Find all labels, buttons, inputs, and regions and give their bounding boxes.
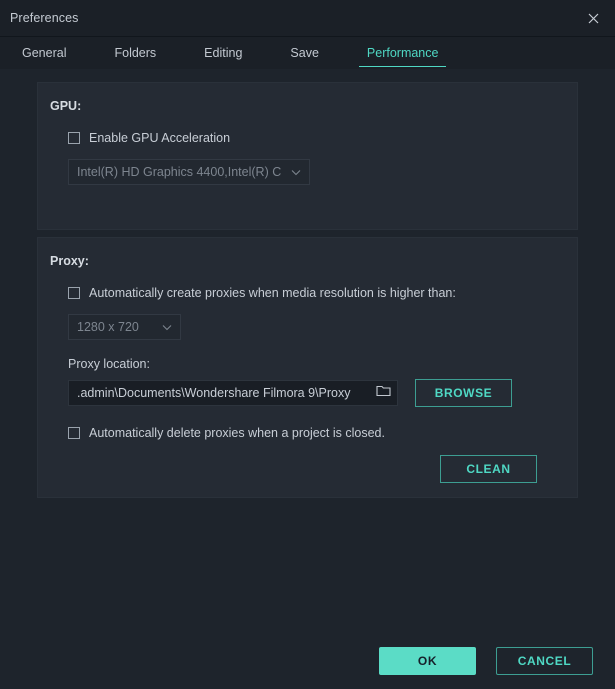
tab-folders[interactable]: Folders: [104, 37, 166, 69]
window-title: Preferences: [10, 11, 79, 25]
enable-gpu-row[interactable]: Enable GPU Acceleration: [68, 131, 577, 145]
folder-icon[interactable]: [376, 384, 391, 402]
proxy-panel: Proxy: Automatically create proxies when…: [37, 237, 578, 498]
tab-label: Save: [290, 46, 319, 60]
gpu-device-value: Intel(R) HD Graphics 4400,Intel(R) C: [77, 165, 285, 179]
auto-delete-proxies-checkbox[interactable]: [68, 427, 80, 439]
clean-button[interactable]: CLEAN: [440, 455, 537, 483]
tab-performance[interactable]: Performance: [357, 37, 449, 69]
tab-general[interactable]: General: [12, 37, 76, 69]
tab-label: Performance: [367, 46, 439, 60]
gpu-panel: GPU: Enable GPU Acceleration Intel(R) HD…: [37, 82, 578, 230]
proxy-location-input[interactable]: [77, 386, 370, 400]
proxy-resolution-value: 1280 x 720: [77, 320, 156, 334]
tab-label: General: [22, 46, 66, 60]
tab-label: Editing: [204, 46, 242, 60]
ok-button[interactable]: OK: [379, 647, 476, 675]
enable-gpu-checkbox[interactable]: [68, 132, 80, 144]
proxy-location-label: Proxy location:: [68, 357, 577, 371]
chevron-down-icon: [162, 320, 172, 334]
tab-bar: General Folders Editing Save Performance: [0, 37, 615, 70]
close-icon: [588, 13, 599, 24]
auto-delete-proxies-row[interactable]: Automatically delete proxies when a proj…: [68, 426, 577, 440]
proxy-section-title: Proxy:: [50, 254, 577, 268]
auto-create-proxies-checkbox[interactable]: [68, 287, 80, 299]
tab-editing[interactable]: Editing: [194, 37, 252, 69]
proxy-location-field[interactable]: [68, 380, 398, 406]
gpu-device-dropdown[interactable]: Intel(R) HD Graphics 4400,Intel(R) C: [68, 159, 310, 185]
chevron-down-icon: [291, 165, 301, 179]
clean-row: CLEAN: [38, 455, 537, 483]
auto-delete-proxies-label: Automatically delete proxies when a proj…: [89, 426, 385, 440]
proxy-resolution-dropdown[interactable]: 1280 x 720: [68, 314, 181, 340]
auto-create-proxies-row[interactable]: Automatically create proxies when media …: [68, 286, 577, 300]
tab-label: Folders: [114, 46, 156, 60]
auto-create-proxies-label: Automatically create proxies when media …: [89, 286, 456, 300]
gpu-section-title: GPU:: [50, 99, 577, 113]
preferences-content: GPU: Enable GPU Acceleration Intel(R) HD…: [0, 69, 615, 689]
title-bar: Preferences: [0, 0, 615, 37]
cancel-button[interactable]: CANCEL: [496, 647, 593, 675]
tab-save[interactable]: Save: [280, 37, 329, 69]
enable-gpu-label: Enable GPU Acceleration: [89, 131, 230, 145]
close-button[interactable]: [571, 0, 615, 36]
proxy-location-row: BROWSE: [68, 379, 577, 407]
browse-button[interactable]: BROWSE: [415, 379, 512, 407]
